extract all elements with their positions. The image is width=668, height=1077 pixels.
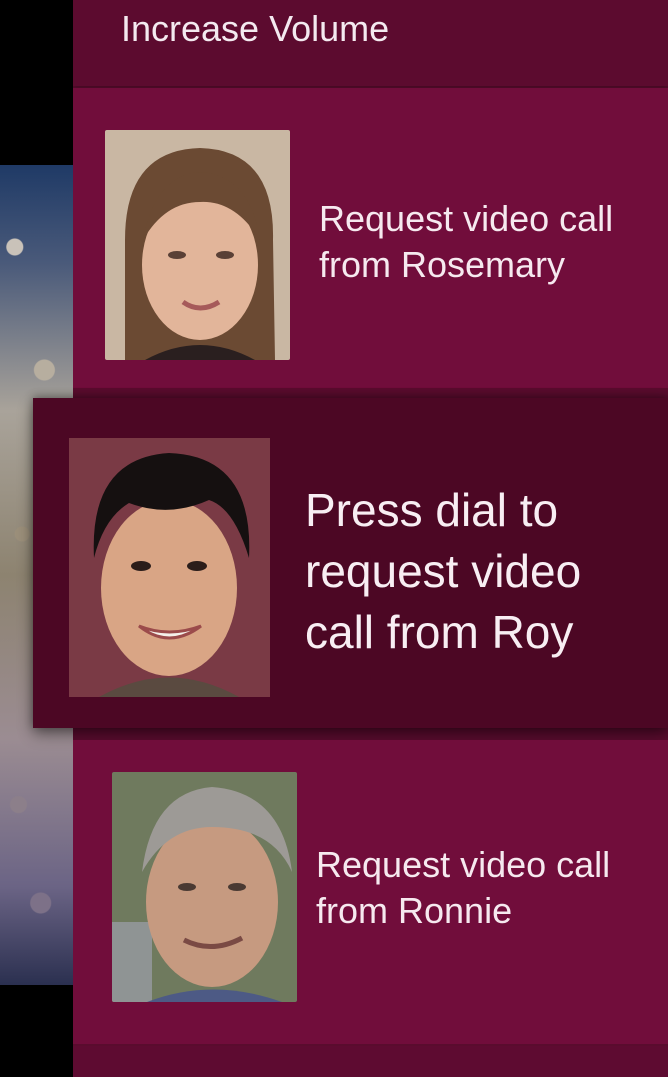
rosemary-avatar bbox=[105, 130, 290, 360]
person-photo-icon bbox=[112, 772, 297, 1002]
roy-avatar bbox=[69, 438, 270, 697]
background-dark-area bbox=[0, 0, 74, 165]
person-photo-icon bbox=[69, 438, 270, 697]
ronnie-call-label: Request video call from Ronnie bbox=[316, 844, 611, 931]
contact-row-ronnie[interactable]: Request video call from Ronnie bbox=[73, 740, 668, 1044]
increase-volume-label: Increase Volume bbox=[121, 8, 390, 49]
contact-row-rosemary[interactable]: Request video call from Rosemary bbox=[73, 88, 668, 388]
video-call-screen: Increase Volume Request video call from … bbox=[0, 0, 668, 1077]
roy-call-label: Press dial to request video call from Ro… bbox=[305, 484, 582, 658]
increase-volume-button[interactable]: Increase Volume bbox=[73, 0, 668, 86]
rosemary-call-label: Request video call from Rosemary bbox=[319, 198, 614, 285]
contact-row-roy[interactable]: Press dial to request video call from Ro… bbox=[33, 398, 668, 728]
person-photo-icon bbox=[105, 130, 290, 360]
ronnie-avatar bbox=[112, 772, 297, 1002]
next-menu-item[interactable] bbox=[73, 1046, 668, 1077]
